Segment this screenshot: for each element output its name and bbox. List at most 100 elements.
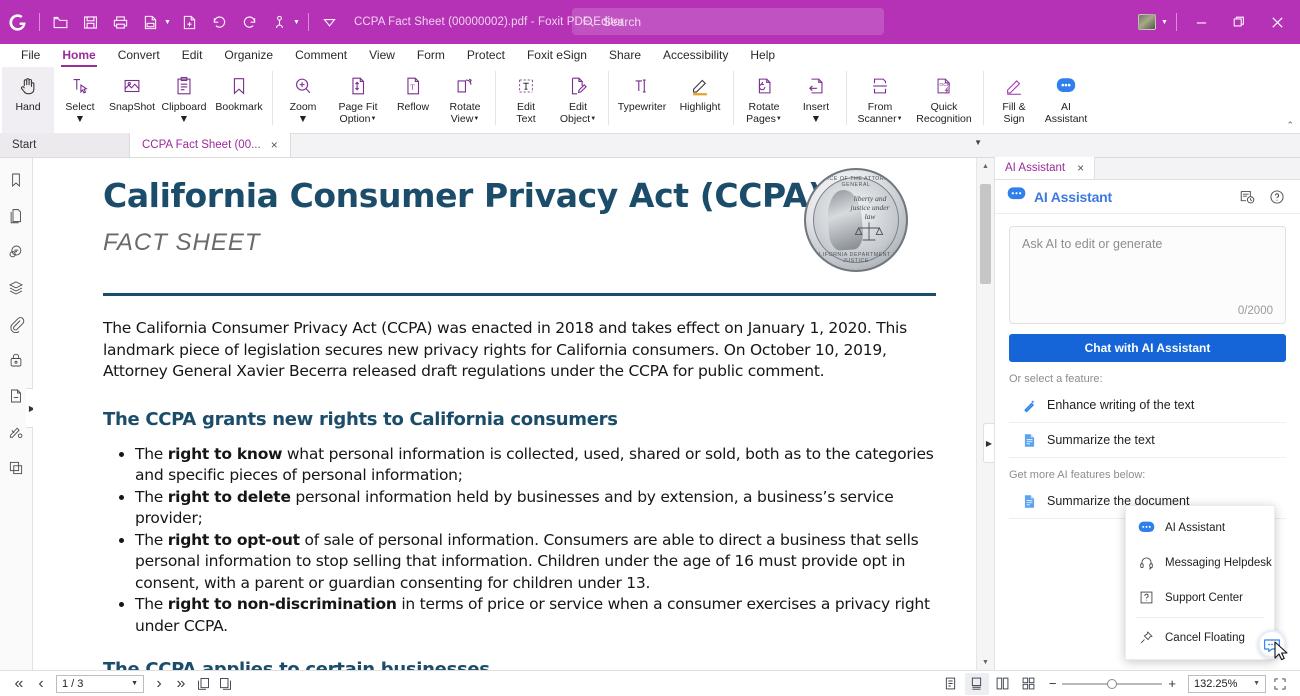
rotate-pages-button[interactable]: Rotate Pages▼	[738, 67, 790, 133]
previous-page-button[interactable]: ‹	[30, 673, 52, 695]
document-view[interactable]: OFFICE OF THE ATTORNEY GENERAL CALIFORNI…	[33, 158, 995, 670]
clipboard-caret-icon[interactable]: ▼	[179, 113, 189, 125]
scroll-track[interactable]	[977, 174, 994, 654]
help-icon[interactable]	[1266, 186, 1288, 208]
highlight-button[interactable]: Highlight	[671, 67, 729, 133]
security-icon[interactable]	[4, 348, 28, 372]
edit-object-caret-icon[interactable]: ▼	[590, 116, 596, 122]
minimize-button[interactable]	[1182, 0, 1220, 44]
search-input[interactable]: Search	[572, 8, 884, 35]
rotate-view-button[interactable]: Rotate View▼	[439, 67, 491, 133]
context-item-messaging-helpdesk[interactable]: Messaging Helpdesk	[1126, 545, 1274, 580]
first-page-button[interactable]: «	[8, 673, 30, 695]
menu-foxit-esign[interactable]: Foxit eSign	[516, 44, 598, 67]
zoom-slider[interactable]: − +	[1049, 676, 1176, 691]
redo-icon[interactable]	[234, 6, 264, 38]
ai-assistant-ribbon-button[interactable]: AI Assistant	[1040, 67, 1092, 133]
tab-ai-assistant[interactable]: AI Assistant ×	[995, 157, 1096, 179]
menu-accessibility[interactable]: Accessibility	[652, 44, 739, 67]
bookmark-tool-button[interactable]: Bookmark	[210, 67, 268, 133]
from-scanner-button[interactable]: From Scanner▼	[851, 67, 909, 133]
collapse-panel-handle[interactable]: ▶	[983, 423, 994, 463]
menu-convert[interactable]: Convert	[107, 44, 171, 67]
menu-organize[interactable]: Organize	[213, 44, 284, 67]
context-item-ai-assistant[interactable]: AI Assistant	[1126, 510, 1274, 545]
save-icon[interactable]	[75, 6, 105, 38]
chevron-down-icon[interactable]: ▼	[974, 138, 982, 147]
fields-icon[interactable]	[4, 384, 28, 408]
tab-start[interactable]: Start	[0, 133, 130, 157]
single-page-view-icon[interactable]	[939, 673, 963, 695]
scroll-up-icon[interactable]: ▲	[982, 158, 989, 174]
reflow-tool-button[interactable]: T Reflow	[387, 67, 439, 133]
quick-recognition-button[interactable]: OCR Quick Recognition	[909, 67, 979, 133]
rotate-pages-caret-icon[interactable]: ▼	[776, 116, 782, 122]
close-button[interactable]	[1258, 0, 1296, 44]
zoom-level-input[interactable]: 132.25% ▼	[1188, 674, 1266, 693]
next-page-button[interactable]: ›	[148, 673, 170, 695]
insert-caret-icon[interactable]: ▼	[811, 113, 821, 125]
fill-sign-button[interactable]: Fill & Sign	[988, 67, 1040, 133]
select-tool-button[interactable]: Select ▼	[54, 67, 106, 133]
attachments-icon[interactable]	[4, 312, 28, 336]
page-number-input[interactable]: 1 / 3 ▼	[56, 674, 144, 693]
bookmarks-icon[interactable]	[4, 168, 28, 192]
signatures-icon[interactable]	[4, 420, 28, 444]
single-page-icon[interactable]	[192, 673, 214, 695]
facing-pages-icon[interactable]	[991, 673, 1015, 695]
open-icon[interactable]	[45, 6, 75, 38]
zoom-slider-knob[interactable]	[1107, 678, 1118, 689]
context-item-cancel-floating[interactable]: Cancel Floating	[1126, 620, 1274, 655]
chevron-down-icon[interactable]: ▼	[131, 680, 138, 687]
select-caret-icon[interactable]: ▼	[75, 113, 85, 125]
new-from-file-icon[interactable]	[174, 6, 204, 38]
menu-share[interactable]: Share	[598, 44, 652, 67]
ai-prompt-input[interactable]: Ask AI to edit or generate 0/2000	[1009, 226, 1286, 324]
close-icon[interactable]: ×	[1077, 161, 1084, 175]
zoom-tool-button[interactable]: Zoom ▼	[277, 67, 329, 133]
scroll-down-icon[interactable]: ▼	[982, 654, 989, 670]
avatar[interactable]	[1132, 6, 1162, 38]
stamps-icon[interactable]	[4, 456, 28, 480]
snapshot-tool-button[interactable]: SnapShot	[106, 67, 158, 133]
menu-file[interactable]: File	[10, 44, 51, 67]
collapse-ribbon-icon[interactable]: ⌃	[1286, 120, 1294, 131]
menu-edit[interactable]: Edit	[171, 44, 214, 67]
clipboard-tool-button[interactable]: Clipboard ▼	[158, 67, 210, 133]
page-fit-caret-icon[interactable]: ▼	[370, 116, 376, 122]
print-icon[interactable]	[105, 6, 135, 38]
create-pdf-icon[interactable]	[135, 6, 165, 38]
page-thumbnails-icon[interactable]	[4, 204, 28, 228]
restore-button[interactable]	[1220, 0, 1258, 44]
from-scanner-caret-icon[interactable]: ▼	[897, 116, 903, 122]
continuous-scroll-icon[interactable]	[964, 672, 989, 695]
facing-continuous-icon[interactable]	[1017, 673, 1041, 695]
page-fit-option-button[interactable]: Page Fit Option▼	[329, 67, 387, 133]
scroll-thumb[interactable]	[980, 184, 991, 284]
feature-summarize-text[interactable]: Summarize the text	[1009, 423, 1286, 458]
document-scrollbar[interactable]: ▲ ▼	[976, 158, 994, 670]
zoom-slider-track[interactable]	[1062, 678, 1163, 689]
tab-ccpa-fact-sheet[interactable]: CCPA Fact Sheet (00... ×	[130, 133, 291, 157]
zoom-caret-icon[interactable]: ▼	[298, 113, 308, 125]
context-item-support-center[interactable]: Support Center	[1126, 580, 1274, 615]
zoom-out-button[interactable]: −	[1049, 676, 1057, 691]
rotate-view-caret-icon[interactable]: ▼	[473, 116, 479, 122]
continuous-icon[interactable]	[214, 673, 236, 695]
menu-comment[interactable]: Comment	[284, 44, 358, 67]
menu-form[interactable]: Form	[406, 44, 456, 67]
chat-with-ai-button[interactable]: Chat with AI Assistant	[1009, 334, 1286, 362]
edit-object-button[interactable]: Edit Object▼	[552, 67, 604, 133]
touch-mode-icon[interactable]	[264, 6, 294, 38]
undo-icon[interactable]	[204, 6, 234, 38]
chevron-down-icon[interactable]: ▼	[1253, 680, 1260, 687]
typewriter-button[interactable]: Typewriter	[613, 67, 671, 133]
history-icon[interactable]	[1236, 186, 1258, 208]
insert-pages-button[interactable]: Insert ▼	[790, 67, 842, 133]
fullscreen-icon[interactable]	[1268, 673, 1292, 695]
last-page-button[interactable]: »	[170, 673, 192, 695]
foxit-logo-icon[interactable]	[0, 0, 34, 44]
layers-icon[interactable]	[4, 276, 28, 300]
hand-tool-button[interactable]: Hand	[2, 67, 54, 133]
edit-text-button[interactable]: Edit Text	[500, 67, 552, 133]
